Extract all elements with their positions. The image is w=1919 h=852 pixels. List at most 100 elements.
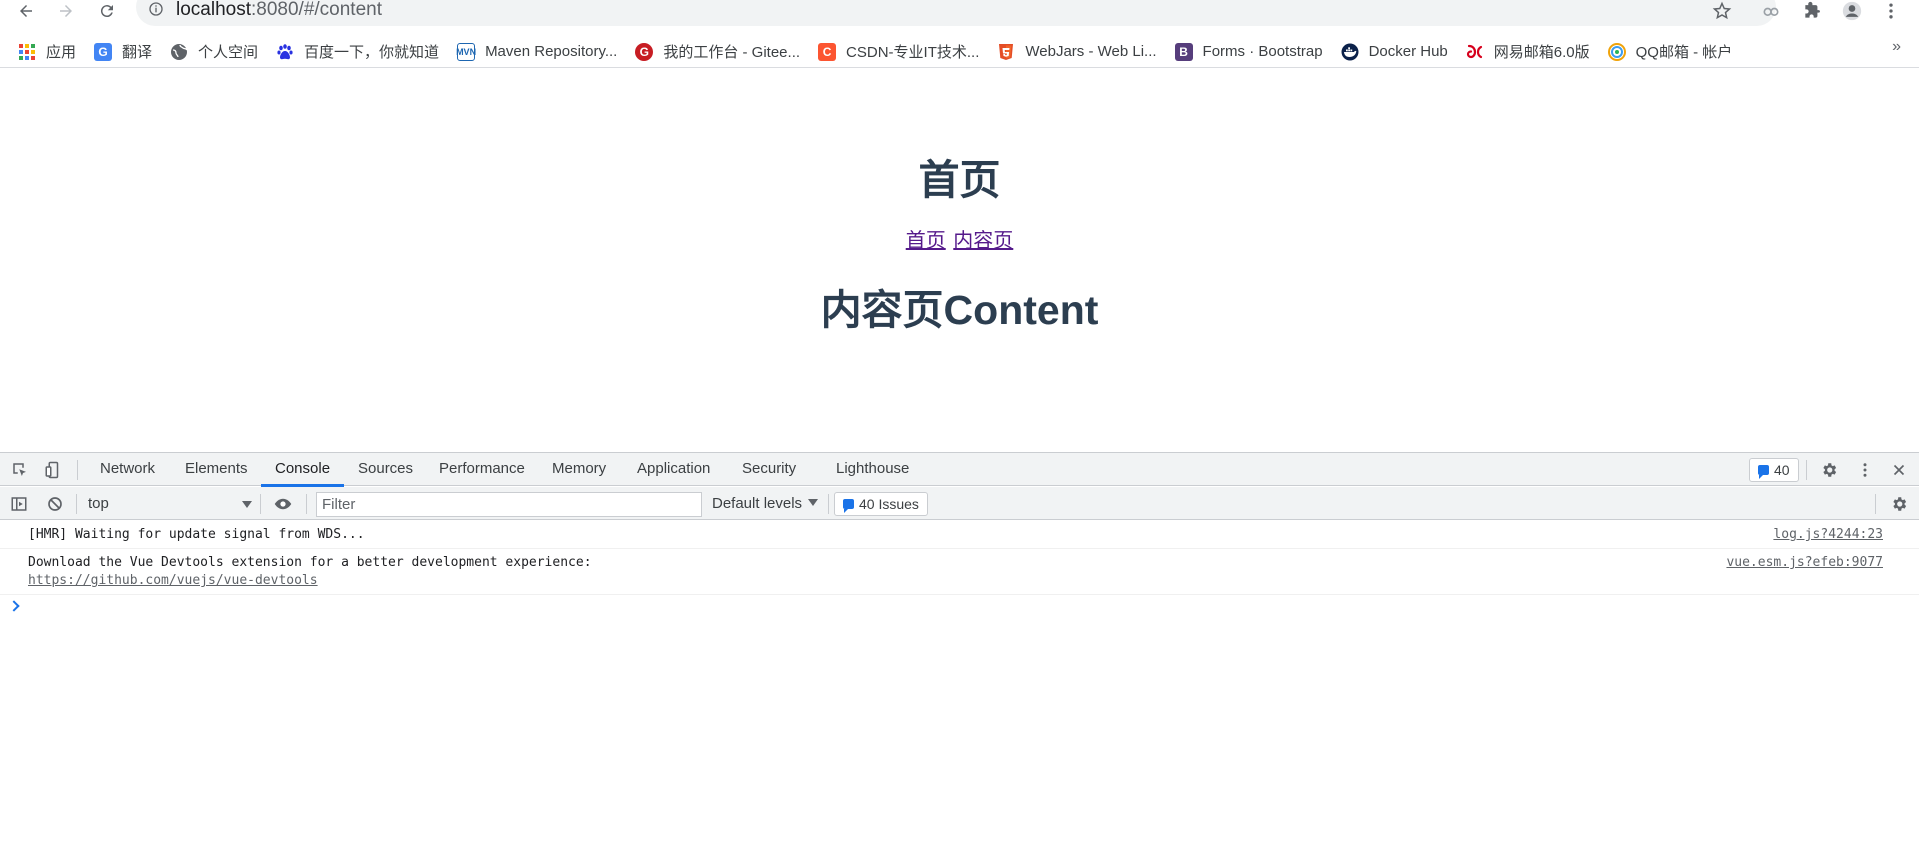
bookmark-maven[interactable]: MVN Maven Repository... [456, 38, 618, 66]
tab-performance[interactable]: Performance [439, 453, 525, 486]
content-heading: 内容页Content [820, 287, 1099, 333]
link-home[interactable]: 首页 [906, 230, 946, 252]
console-toolbar: top Default levels 40 Issues [0, 487, 1919, 520]
bookmark-docker-hub[interactable]: Docker Hub [1341, 38, 1448, 66]
issues-label: 40 Issues [859, 496, 919, 512]
avatar-icon [1842, 1, 1862, 21]
tab-elements[interactable]: Elements [185, 453, 248, 486]
bookmark-webjars[interactable]: WebJars - Web Li... [997, 38, 1157, 66]
bookmarks-bar: 应用 G 翻译 个人空间 百度一下，你就知道 MVN Maven Reposit… [0, 36, 1919, 68]
bookmark-bootstrap[interactable]: B Forms · Bootstrap [1174, 38, 1323, 66]
log-source-link[interactable]: vue.esm.js?efeb:9077 [1726, 554, 1883, 572]
inspect-element-button[interactable] [9, 459, 31, 481]
context-select[interactable]: top [88, 493, 252, 515]
tab-lighthouse[interactable]: Lighthouse [836, 453, 909, 486]
log-levels-dropdown[interactable]: Default levels [712, 493, 819, 515]
tab-console[interactable]: Console [260, 453, 345, 487]
sidebar-play-icon [11, 497, 27, 511]
separator [1875, 494, 1876, 514]
address-bar[interactable] [136, 0, 1776, 26]
forward-button[interactable] [53, 0, 79, 22]
message-icon [1758, 465, 1769, 479]
bookmark-personal-space[interactable]: 个人空间 [170, 38, 258, 66]
maven-icon: MVN [456, 42, 476, 61]
console-output: [HMR] Waiting for update signal from WDS… [0, 521, 1919, 619]
kebab-menu-icon [1863, 463, 1867, 477]
baidu-paw-icon [276, 43, 294, 61]
bookmark-gitee[interactable]: G 我的工作台 - Gitee... [635, 38, 800, 66]
bookmark-apps[interactable]: 应用 [18, 38, 76, 66]
messages-count-badge[interactable]: 40 [1749, 458, 1799, 482]
log-url-link[interactable]: https://github.com/vuejs/vue-devtools [28, 572, 1919, 590]
log-source-link[interactable]: log.js?4244:23 [1773, 526, 1883, 544]
reload-button[interactable] [94, 0, 120, 22]
show-sidebar-button[interactable] [8, 493, 30, 515]
bookmark-label: Forms · Bootstrap [1202, 43, 1323, 60]
page-title: 首页 [918, 157, 1001, 203]
kebab-menu-icon [1889, 3, 1893, 19]
eye-icon [274, 498, 292, 510]
bookmark-label: 网易邮箱6.0版 [1493, 44, 1590, 61]
cloud-link-icon [1763, 7, 1779, 16]
bookmark-label: QQ邮箱 - 帐户 [1635, 44, 1733, 61]
csdn-icon: C [818, 42, 837, 61]
devtools-panel: Network Elements Console Sources Perform… [0, 452, 1919, 852]
devtools-tab-bar: Network Elements Console Sources Perform… [0, 453, 1919, 487]
tab-sources[interactable]: Sources [358, 453, 413, 486]
separator [306, 494, 307, 514]
qq-mail-icon [1607, 42, 1626, 61]
block-icon [48, 497, 62, 511]
arrow-right-icon [60, 5, 72, 17]
devtools-settings-button[interactable] [1818, 459, 1840, 481]
log-message: [HMR] Waiting for update signal from WDS… [0, 521, 1919, 549]
bookmark-csdn[interactable]: C CSDN-专业IT技术... [818, 38, 979, 66]
apps-grid-icon [18, 43, 36, 61]
url-host: localhost [176, 0, 251, 20]
caret-down-icon [242, 501, 252, 508]
tab-application[interactable]: Application [637, 453, 710, 486]
clear-console-button[interactable] [44, 493, 66, 515]
bookmark-star-button[interactable] [1711, 0, 1733, 22]
bookmark-label: 个人空间 [198, 44, 259, 61]
browser-toolbar: localhost:8080/#/content [0, 0, 1919, 28]
device-toolbar-button[interactable] [42, 459, 64, 481]
gear-icon [1893, 497, 1907, 511]
separator [260, 494, 261, 514]
router-links: 首页 内容页 [0, 228, 1919, 254]
tab-memory[interactable]: Memory [552, 453, 606, 486]
devtools-menu-button[interactable] [1854, 459, 1876, 481]
bookmark-netease-mail[interactable]: 网易邮箱6.0版 [1466, 38, 1590, 66]
tab-security[interactable]: Security [742, 453, 796, 486]
address-url[interactable]: localhost:8080/#/content [176, 0, 382, 20]
info-icon[interactable] [148, 1, 164, 17]
bookmark-label: 我的工作台 - Gitee... [663, 44, 801, 61]
netease-mail-icon [1466, 43, 1484, 61]
profile-button[interactable] [1841, 0, 1863, 22]
back-button[interactable] [13, 0, 39, 22]
url-path: :8080/#/content [251, 0, 382, 20]
bookmark-baidu[interactable]: 百度一下，你就知道 [276, 38, 439, 66]
console-settings-button[interactable] [1888, 493, 1910, 515]
log-message: Download the Vue Devtools extension for … [0, 549, 1919, 595]
tab-network[interactable]: Network [100, 453, 155, 486]
extensions-button[interactable] [1801, 0, 1823, 22]
bookmark-label: CSDN-专业IT技术... [846, 44, 980, 61]
filter-input[interactable] [316, 492, 702, 517]
link-content[interactable]: 内容页 [953, 230, 1013, 252]
extension-cloud-button[interactable] [1760, 0, 1782, 22]
inspect-cursor-icon [13, 463, 26, 476]
device-icon [45, 461, 59, 479]
bookmark-translate[interactable]: G 翻译 [94, 38, 152, 66]
star-icon [1712, 1, 1732, 20]
bookmark-qq-mail[interactable]: QQ邮箱 - 帐户 [1607, 38, 1733, 66]
console-prompt[interactable] [0, 595, 1919, 619]
issues-button[interactable]: 40 Issues [834, 492, 928, 516]
browser-menu-button[interactable] [1880, 0, 1902, 22]
devtools-close-button[interactable] [1888, 459, 1910, 481]
live-expression-button[interactable] [272, 493, 294, 515]
bookmark-label: Maven Repository... [485, 43, 618, 60]
bookmarks-overflow-button[interactable]: » [1892, 38, 1901, 56]
bookmark-label: 翻译 [122, 44, 153, 61]
caret-down-icon [808, 499, 819, 506]
close-icon [1893, 464, 1905, 476]
